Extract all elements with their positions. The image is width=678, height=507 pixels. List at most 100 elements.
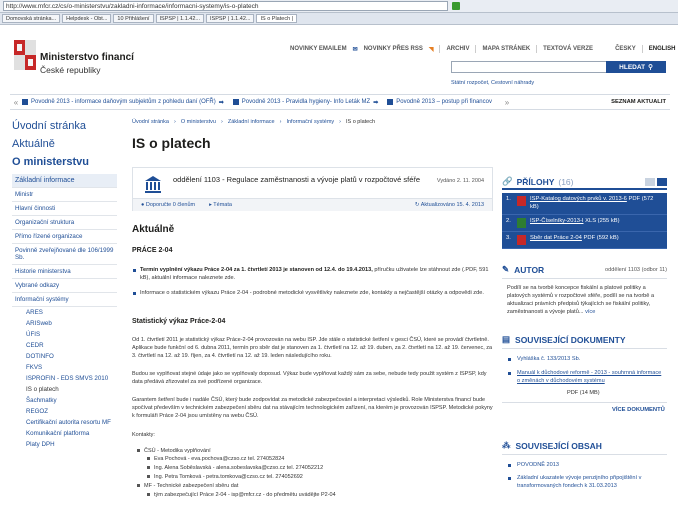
sidebar-subitem[interactable]: ÚFIS	[12, 329, 117, 340]
lang-czech[interactable]: ČESKY	[615, 46, 636, 52]
contact-text: Ing. Alena Soběslavská - alena.sobeslavs…	[154, 465, 324, 471]
ticker-item[interactable]: Povodně 2013 – postup při financov	[387, 99, 492, 105]
related-content-title: SOUVISEJÍCÍ OBSAH	[515, 440, 602, 451]
bullet-item[interactable]: Informace o statistickém výkazu Práce 2-…	[132, 289, 493, 297]
attachment-number: 2.	[506, 218, 511, 224]
bookmark-tab[interactable]: Domovská stránka...	[2, 14, 61, 23]
divider	[536, 45, 538, 53]
breadcrumb-item[interactable]: Úvodní stránka	[132, 119, 169, 125]
attachment-item[interactable]: 1. ISP-Katalog datových prvků v. 2013-6 P…	[502, 193, 667, 215]
coat-of-arms-logo[interactable]	[14, 40, 36, 70]
ticker-item[interactable]: Povodně 2013 - Pravidla hygieny- Info Le…	[232, 99, 378, 106]
more-link[interactable]: více	[585, 309, 595, 315]
sidebar-subitem[interactable]: ARES	[12, 307, 117, 318]
recommend-link[interactable]: ● Doporučte 0 členům	[141, 202, 195, 208]
sidebar-item[interactable]: Vybrané odkazy	[12, 279, 117, 293]
breadcrumb-separator: ›	[174, 119, 176, 125]
bookmark-tab-active[interactable]: IS o Platech |	[256, 14, 298, 23]
updated-date: ↻ Aktualizováno 15. 4. 2013	[414, 202, 484, 208]
author-title: AUTOR	[514, 264, 545, 275]
sidebar-subitem[interactable]: Šachmatky	[12, 395, 117, 406]
news-icon	[387, 99, 394, 105]
pdf-file-icon	[516, 196, 526, 206]
go-icon[interactable]	[452, 2, 460, 10]
url-field[interactable]: http://www.mfcr.cz/cs/o-ministerstvu/zak…	[3, 1, 448, 11]
breadcrumb-item[interactable]: O ministerstvu	[181, 119, 216, 125]
contact-text: Ing. Petra Tomková - petra.tomkova@czso.…	[154, 474, 303, 480]
nav-sitemap[interactable]: MAPA STRÁNEK	[482, 46, 530, 52]
pager-next-button[interactable]	[657, 177, 667, 186]
sidebar-item[interactable]: Hlavní činnosti	[12, 202, 117, 216]
ticker-next-icon[interactable]: »	[501, 98, 513, 107]
institution-icon	[145, 176, 161, 193]
nav-text-version[interactable]: TEXTOVÁ VERZE	[543, 46, 593, 52]
bookmark-tab[interactable]: Helpdesk - Obt...	[62, 14, 112, 23]
sidebar-subitem[interactable]: FKVS	[12, 362, 117, 373]
sidebar-item[interactable]: Organizační struktura	[12, 216, 117, 230]
ticker-text: Povodně 2013 - Pravidla hygieny- Info Le…	[241, 99, 371, 105]
document-meta: PDF (14 MB)	[567, 390, 600, 396]
nav-rss[interactable]: NOVINKY PŘES RSS	[364, 46, 423, 52]
sidebar-home[interactable]: Úvodní stránka	[12, 120, 117, 132]
attachment-meta: PDF (592 kB)	[583, 235, 619, 241]
attachment-meta: XLS (255 kB)	[585, 218, 620, 224]
bookmark-tab[interactable]: ISPSP | 1.1.42...	[206, 14, 255, 23]
bookmark-tab[interactable]: ISPSP | 1.1.42...	[155, 14, 204, 23]
breadcrumb: Úvodní stránka › O ministerstvu › Základní…	[132, 119, 375, 125]
lang-english[interactable]: ENGLISH	[649, 46, 676, 52]
all-news-link[interactable]: SEZNAM AKTUALIT	[611, 99, 666, 105]
topics-link[interactable]: ▸ Témata	[209, 202, 232, 208]
sidebar-subitem[interactable]: DOTINFO	[12, 351, 117, 362]
breadcrumb-item[interactable]: Informační systémy	[286, 119, 334, 125]
related-content-item[interactable]: POVODNĚ 2013	[507, 461, 662, 469]
related-content-item[interactable]: Základní ukazatele vývoje penzijního při…	[507, 474, 662, 490]
contact-item[interactable]: Ing. Alena Soběslavská - alena.sobeslavs…	[147, 464, 323, 472]
related-document[interactable]: Manuál k důchodové reformě - 2013 - souh…	[507, 369, 662, 385]
subsection-heading: Statistický výkaz Práce-2-04	[132, 318, 226, 325]
search-suggestions[interactable]: Státní rozpočet, Cestovní náhrady	[451, 80, 534, 86]
bookmark-tab[interactable]: 10 Přihlášení	[113, 14, 154, 23]
pager-prev-button[interactable]	[645, 177, 655, 186]
breadcrumb-current: IS o platech	[346, 119, 376, 125]
nav-archive[interactable]: ARCHIV	[446, 46, 469, 52]
contact-item[interactable]: Ing. Petra Tomková - petra.tomkova@czso.…	[147, 473, 303, 481]
sidebar-subitem[interactable]: Platy DPH	[12, 439, 117, 450]
more-documents-link[interactable]: VÍCE DOKUMENTŮ	[612, 407, 665, 413]
related-document[interactable]: Vyhláška č. 133/2013 Sb.	[507, 355, 662, 363]
sidebar-subitem[interactable]: Komunikační platforma	[12, 428, 117, 439]
attachment-item[interactable]: 3. Sběr dat Práce 2-04 PDF (592 kB)	[502, 232, 667, 249]
sidebar-subitem[interactable]: CEDR	[12, 340, 117, 351]
breadcrumb-item[interactable]: Základní informace	[228, 119, 275, 125]
divider	[502, 402, 667, 403]
sidebar-item[interactable]: Povinně zveřejňované dle 106/1999 Sb.	[12, 244, 117, 265]
site-name[interactable]: Ministerstvo financí	[40, 52, 134, 63]
sidebar-item[interactable]: Historie ministerstva	[12, 265, 117, 279]
sidebar-subitem[interactable]: ARISweb	[12, 318, 117, 329]
sidebar-subitem[interactable]: ISPROFIN - EDS SMVS 2010	[12, 373, 117, 384]
sidebar-item[interactable]: Přímo řízené organizace	[12, 230, 117, 244]
attachments-list: 1. ISP-Katalog datových prvků v. 2013-6 P…	[502, 193, 667, 249]
attachment-link[interactable]: Sběr dat Práce 2-04	[530, 235, 582, 241]
divider	[502, 278, 667, 279]
author-department[interactable]: oddělení 1103 (odbor 11)	[605, 267, 667, 273]
search-button[interactable]: HLEDAT ⚲	[606, 61, 666, 73]
attachment-link[interactable]: ISP-Číselníky-2013-I	[530, 218, 583, 224]
ticker-text: Povodně 2013 – postup při financov	[396, 99, 492, 105]
sidebar-news[interactable]: Aktuálně	[12, 138, 117, 150]
sidebar-subitem-active[interactable]: IS o platech	[12, 384, 117, 395]
contact-item[interactable]: Eva Pochová - eva.pochova@czso.cz tel. 2…	[147, 455, 284, 463]
nav-newsletter[interactable]: NOVINKY EMAILEM	[290, 46, 347, 52]
top-navigation: NOVINKY EMAILEM ✉ NOVINKY PŘES RSS ◥ ARC…	[290, 45, 675, 53]
breadcrumb-separator: ›	[339, 119, 341, 125]
ticker-item[interactable]: Povodně 2013 - informace daňovým subjekt…	[22, 99, 224, 106]
attachment-item[interactable]: 2. ISP-Číselníky-2013-I XLS (255 kB)	[502, 215, 667, 232]
attachment-link[interactable]: ISP-Katalog datových prvků v. 2013-6	[530, 196, 627, 202]
ticker-prev-icon[interactable]: «	[10, 98, 22, 107]
sidebar-item-basic-info[interactable]: Základní informace	[12, 174, 117, 188]
sidebar-subitem[interactable]: Certifikační autorita resortu MF	[12, 417, 117, 428]
sidebar-ministry[interactable]: O ministerstvu	[12, 156, 117, 168]
contact-item[interactable]: tým zabezpečující Práce 2-04 - isp@mfcr.…	[147, 491, 336, 499]
sidebar-item[interactable]: Ministr	[12, 188, 117, 202]
sidebar-subitem[interactable]: REGOZ	[12, 406, 117, 417]
sidebar-item[interactable]: Informační systémy	[12, 293, 117, 307]
